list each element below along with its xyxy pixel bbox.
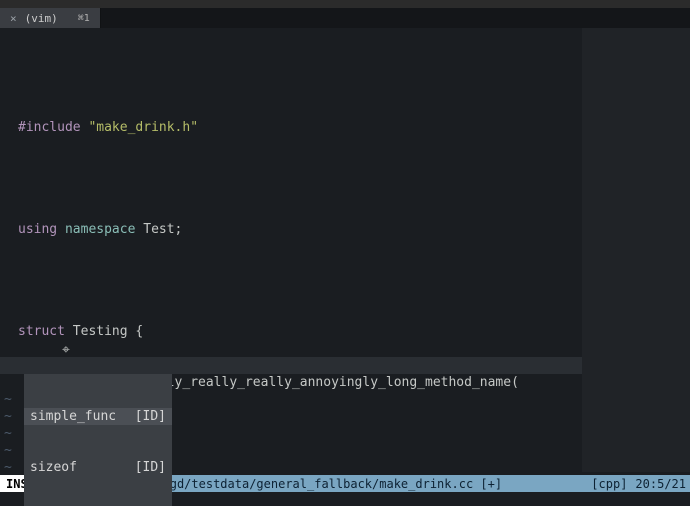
window-titlebar (0, 0, 690, 8)
empty-line-tilde: ~ (4, 408, 12, 425)
code-line: #include "make_drink.h" (18, 119, 572, 136)
completion-popup[interactable]: simple_func [ID] sizeof [ID] switchndef … (24, 374, 172, 506)
empty-line-tilde: ~ (4, 391, 12, 408)
tab-shortcut: ⌘1 (78, 13, 90, 24)
current-line-highlight (0, 357, 582, 374)
editor-right-margin (582, 28, 690, 472)
tab-vim[interactable]: × (vim) ⌘1 (0, 8, 101, 28)
close-icon[interactable]: × (10, 12, 17, 25)
status-cursor-position: 20:5/21 (635, 477, 686, 491)
completion-item[interactable]: sizeof [ID] (24, 459, 172, 476)
completion-label: sizeof (30, 459, 77, 476)
completion-kind: [ID] (135, 459, 166, 476)
empty-line-tilde: ~ (4, 459, 12, 476)
completion-kind: [ID] (135, 408, 166, 425)
code-line: struct Testing { (18, 323, 572, 340)
empty-line-tilde: ~ (4, 442, 12, 459)
editor-area[interactable]: #include "make_drink.h" using namespace … (0, 28, 582, 472)
completion-item[interactable]: simple_func [ID] (24, 408, 172, 425)
empty-line-tilde: ~ (4, 425, 12, 442)
code-line: using namespace Test; (18, 221, 572, 238)
tab-title: (vim) (25, 12, 58, 25)
completion-label: simple_func (30, 408, 116, 425)
tab-bar: × (vim) ⌘1 (0, 8, 690, 28)
status-filetype: [cpp] (587, 477, 631, 491)
